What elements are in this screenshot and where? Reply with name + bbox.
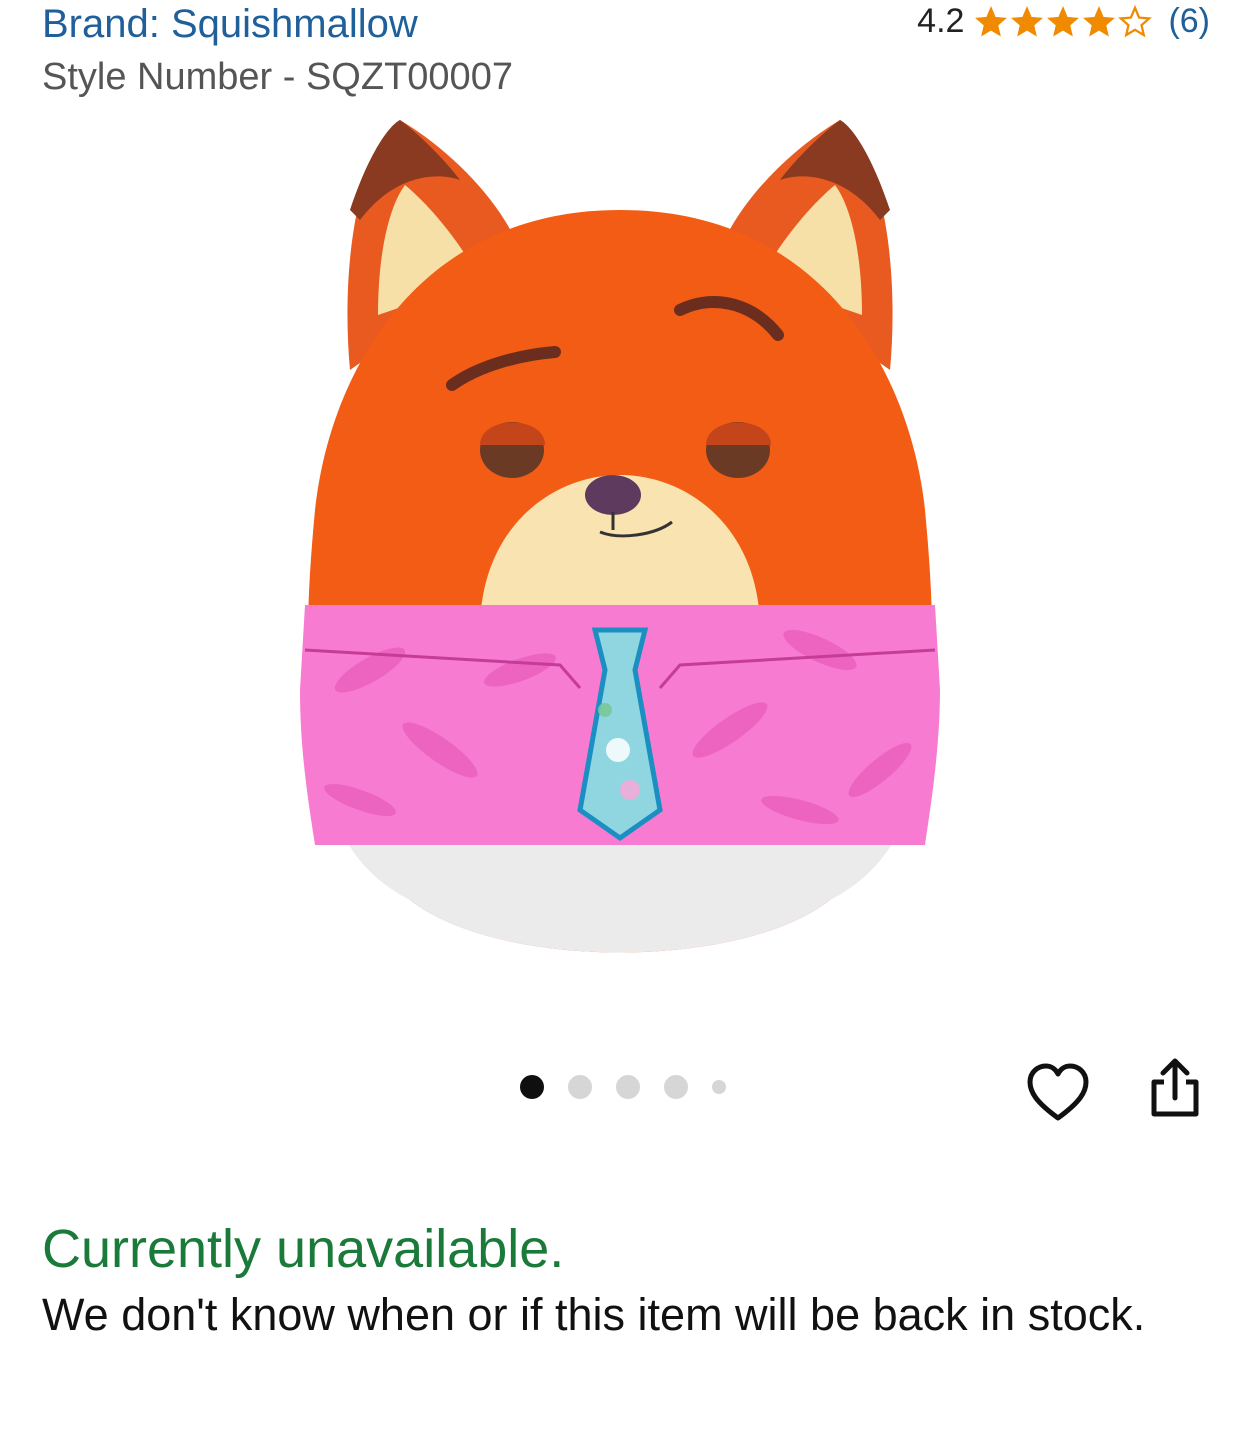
star-icon xyxy=(1083,5,1116,36)
availability-status: Currently unavailable. xyxy=(42,1219,565,1279)
carousel-dot[interactable] xyxy=(520,1075,544,1099)
share-icon[interactable] xyxy=(1146,1056,1204,1120)
rating-value: 4.2 xyxy=(917,2,965,40)
carousel-dot[interactable] xyxy=(568,1075,592,1099)
rating-summary[interactable]: 4.2 (6) xyxy=(917,2,1210,41)
image-carousel-indicator[interactable] xyxy=(520,1075,726,1099)
product-image[interactable] xyxy=(260,110,980,980)
carousel-dot[interactable] xyxy=(616,1075,640,1099)
star-icon xyxy=(975,5,1008,36)
rating-stars xyxy=(974,4,1153,39)
brand-link[interactable]: Brand: Squishmallow xyxy=(42,2,418,47)
heart-icon[interactable] xyxy=(1026,1062,1090,1126)
star-icon xyxy=(1047,5,1080,36)
availability-message: We don't know when or if this item will … xyxy=(42,1289,1146,1340)
nose xyxy=(585,475,641,515)
star-icon xyxy=(1011,5,1044,36)
carousel-dot[interactable] xyxy=(712,1080,726,1094)
rating-count[interactable]: (6) xyxy=(1168,2,1210,41)
style-number: Style Number - SQZT00007 xyxy=(42,56,513,98)
star-outline-icon xyxy=(1118,4,1153,37)
carousel-dot[interactable] xyxy=(664,1075,688,1099)
